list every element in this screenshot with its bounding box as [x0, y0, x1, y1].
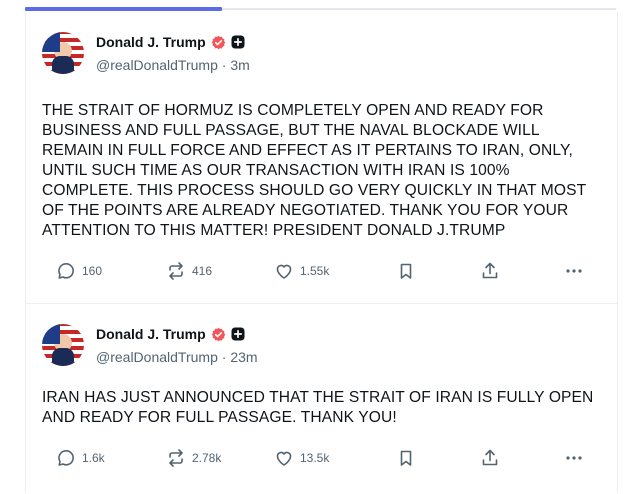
- repost-button[interactable]: 2.78k: [166, 446, 221, 470]
- repost-count: 416: [192, 264, 213, 278]
- bookmark-icon: [400, 450, 412, 466]
- author-handle[interactable]: @realDonaldTrump: [96, 57, 218, 73]
- reply-button[interactable]: 160: [56, 259, 102, 283]
- reply-icon: [58, 449, 74, 466]
- post-text: IRAN HAS JUST ANNOUNCED THAT THE STRAIT …: [42, 389, 594, 426]
- more-icon: [566, 269, 582, 273]
- separator: ·: [217, 57, 231, 73]
- reply-count: 1.6k: [82, 451, 105, 465]
- reply-icon: [58, 262, 74, 279]
- avatar[interactable]: [42, 324, 84, 366]
- separator: ·: [217, 349, 231, 365]
- post-text: THE STRAIT OF HORMUZ IS COMPLETELY OPEN …: [42, 102, 586, 239]
- plus-badge-icon: [231, 327, 245, 341]
- share-icon: [482, 262, 498, 279]
- repost-button[interactable]: 416: [166, 259, 212, 283]
- more-icon: [566, 456, 582, 460]
- post[interactable]: Donald J. Trump @realDonaldTrump · 3m TH…: [26, 12, 617, 304]
- post-time[interactable]: 23m: [230, 349, 257, 365]
- like-count: 13.5k: [300, 451, 330, 465]
- bookmark-button[interactable]: [396, 259, 416, 283]
- like-button[interactable]: 13.5k: [274, 446, 329, 470]
- author-name[interactable]: Donald J. Trump: [96, 34, 206, 50]
- reply-button[interactable]: 1.6k: [56, 446, 105, 470]
- author-handle[interactable]: @realDonaldTrump: [96, 349, 218, 365]
- share-icon: [482, 449, 498, 466]
- post-actions: 1.6k 2.78k 13.5k: [42, 446, 602, 470]
- handle-row: @realDonaldTrump · 23m: [96, 349, 258, 365]
- verified-badge-icon: [211, 35, 226, 49]
- plus-badge-icon: [231, 35, 245, 49]
- like-icon: [276, 264, 292, 279]
- share-button[interactable]: [480, 446, 500, 470]
- tab-indicator-active: [25, 7, 222, 11]
- avatar[interactable]: [42, 32, 84, 74]
- more-button[interactable]: [564, 259, 584, 283]
- verified-badge-icon: [211, 327, 226, 341]
- reply-count: 160: [82, 264, 103, 278]
- like-count: 1.55k: [300, 264, 330, 278]
- like-icon: [276, 451, 292, 466]
- bookmark-button[interactable]: [396, 446, 416, 470]
- post[interactable]: Donald J. Trump @realDonaldTrump · 23m I…: [26, 304, 617, 494]
- author-name[interactable]: Donald J. Trump: [96, 326, 206, 342]
- tab-indicator-bar: [0, 0, 624, 12]
- repost-icon: [169, 262, 183, 280]
- repost-icon: [169, 449, 183, 467]
- post-actions: 160 416 1.55k: [42, 259, 602, 283]
- post-feed: Donald J. Trump @realDonaldTrump · 3m TH…: [25, 12, 618, 493]
- author-row: Donald J. Trump: [96, 33, 245, 51]
- repost-count: 2.78k: [192, 451, 222, 465]
- share-button[interactable]: [480, 259, 500, 283]
- more-button[interactable]: [564, 446, 584, 470]
- post-time[interactable]: 3m: [230, 57, 249, 73]
- author-row: Donald J. Trump: [96, 325, 245, 343]
- like-button[interactable]: 1.55k: [274, 259, 329, 283]
- handle-row: @realDonaldTrump · 3m: [96, 57, 250, 73]
- bookmark-icon: [400, 263, 412, 279]
